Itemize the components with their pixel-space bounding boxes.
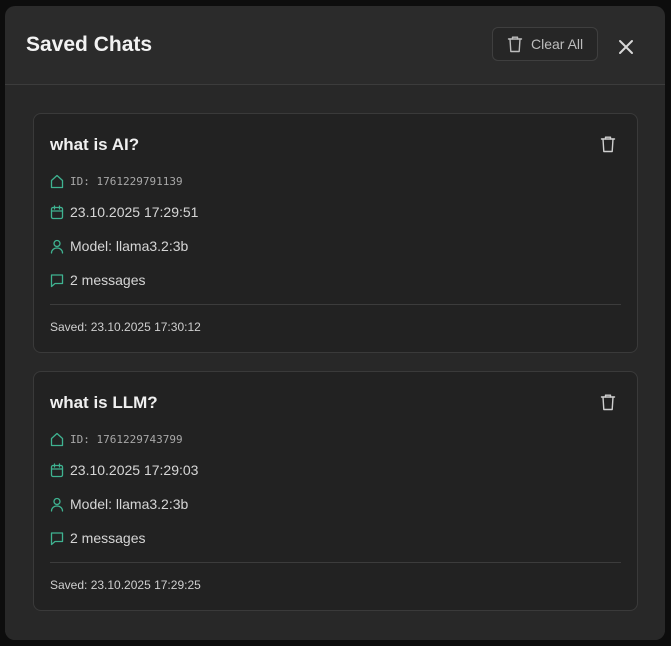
chat-card[interactable]: what is AI? ID: 1761229791139 23.10.2025… [33,113,638,353]
chat-created: 23.10.2025 17:29:51 [70,204,199,220]
modal-header: Saved Chats Clear All [5,6,665,85]
chat-card[interactable]: what is LLM? ID: 1761229743799 23.10.202… [33,371,638,611]
modal-title: Saved Chats [26,33,153,56]
close-button[interactable] [615,36,637,58]
home-icon [50,173,64,189]
chat-saved-time: Saved: 23.10.2025 17:29:25 [50,578,201,592]
calendar-icon [50,462,64,478]
chat-id-row: ID: 1761229791139 [50,173,183,189]
close-icon [619,40,633,54]
trash-icon [507,35,523,53]
card-divider [50,562,621,563]
delete-chat-button[interactable] [599,134,617,154]
home-icon [50,431,64,447]
chat-date-row: 23.10.2025 17:29:03 [50,462,198,478]
trash-icon [600,136,616,153]
chat-date-row: 23.10.2025 17:29:51 [50,204,198,220]
chat-messages-count: 2 messages [70,272,146,288]
trash-icon [600,394,616,411]
message-icon [50,530,64,546]
chat-saved-time: Saved: 23.10.2025 17:30:12 [50,320,201,334]
clear-all-label: Clear All [531,36,584,52]
message-icon [50,272,64,288]
saved-chats-modal: Saved Chats Clear All what is AI? ID: 17… [5,6,665,640]
chat-model-row: Model: llama3.2:3b [50,238,188,254]
chat-model-row: Model: llama3.2:3b [50,496,188,512]
chat-model: Model: llama3.2:3b [70,238,189,254]
chat-created: 23.10.2025 17:29:03 [70,462,199,478]
user-icon [50,238,64,254]
chat-messages-count: 2 messages [70,530,146,546]
chat-id: ID: 1761229791139 [70,174,183,188]
chat-id: ID: 1761229743799 [70,432,183,446]
chat-id-row: ID: 1761229743799 [50,431,183,447]
saved-chats-list: what is AI? ID: 1761229791139 23.10.2025… [5,85,665,640]
card-divider [50,304,621,305]
chat-title: what is LLM? [50,393,158,412]
chat-title: what is AI? [50,135,140,154]
chat-messages-row: 2 messages [50,272,145,288]
calendar-icon [50,204,64,220]
user-icon [50,496,64,512]
chat-messages-row: 2 messages [50,530,145,546]
delete-chat-button[interactable] [599,392,617,412]
chat-model: Model: llama3.2:3b [70,496,189,512]
clear-all-button[interactable]: Clear All [492,27,598,61]
